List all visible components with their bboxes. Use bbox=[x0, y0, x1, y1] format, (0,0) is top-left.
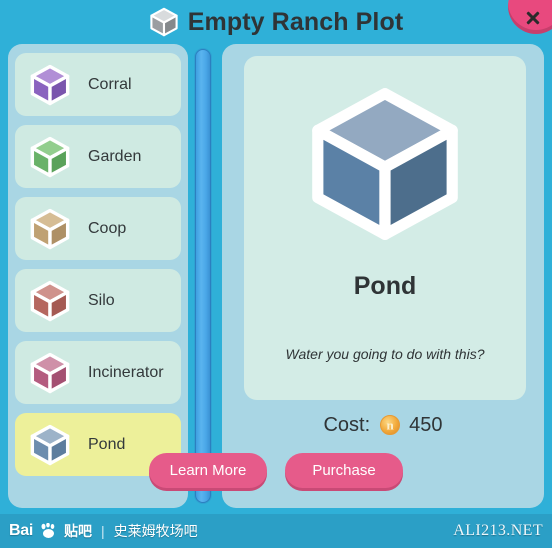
watermark-separator: | bbox=[101, 523, 105, 539]
sidebar-item-silo[interactable]: Silo bbox=[15, 269, 181, 332]
cube-icon bbox=[312, 88, 458, 240]
sidebar-item-label: Garden bbox=[88, 147, 142, 165]
detail-title: Pond bbox=[353, 272, 417, 300]
sidebar-item-corral[interactable]: Corral bbox=[15, 53, 181, 116]
tieba-label: 贴吧 bbox=[64, 523, 92, 539]
cube-icon bbox=[150, 7, 178, 37]
cost-label: Cost: bbox=[323, 414, 371, 436]
page-title: Empty Ranch Plot bbox=[187, 7, 404, 36]
cube-icon bbox=[30, 352, 70, 393]
purchase-button[interactable]: Purchase bbox=[285, 453, 403, 488]
detail-panel: Pond Water you going to do with this? Co… bbox=[222, 44, 544, 508]
cube-icon bbox=[30, 280, 70, 321]
sidebar-item-label: Coop bbox=[88, 219, 127, 237]
watermark-bar: Bai 贴吧 | 史莱姆牧场吧 ALI213.NET bbox=[0, 514, 552, 548]
action-button-row: Learn More Purchase bbox=[0, 453, 552, 488]
dialog-header: Empty Ranch Plot bbox=[0, 0, 552, 44]
cost-value: 450 bbox=[409, 414, 443, 436]
watermark-left: Bai 贴吧 | 史莱姆牧场吧 bbox=[9, 523, 198, 539]
sidebar-item-label: Pond bbox=[88, 435, 126, 453]
sidebar-item-garden[interactable]: Garden bbox=[15, 125, 181, 188]
sidebar-item-incinerator[interactable]: Incinerator bbox=[15, 341, 181, 404]
cube-icon bbox=[30, 64, 70, 105]
learn-more-button[interactable]: Learn More bbox=[149, 453, 267, 488]
cube-icon bbox=[30, 136, 70, 177]
baidu-logo-text: Bai bbox=[9, 522, 33, 539]
forum-name: 史莱姆牧场吧 bbox=[113, 523, 198, 539]
sidebar-item-label: Corral bbox=[88, 75, 132, 93]
detail-description: Water you going to do with this? bbox=[285, 346, 485, 362]
detail-icon-wrap bbox=[244, 84, 526, 244]
building-list-sidebar: Corral Garden Coop Silo Incinerator Pond bbox=[8, 44, 188, 508]
detail-card: Pond Water you going to do with this? bbox=[244, 56, 526, 400]
site-watermark: ALI213.NET bbox=[453, 522, 543, 539]
sidebar-item-label: Incinerator bbox=[88, 363, 164, 381]
paw-icon bbox=[41, 523, 55, 538]
cost-row: Cost: 450 bbox=[222, 415, 544, 435]
coin-icon bbox=[380, 415, 401, 435]
game-shop-dialog: Empty Ranch Plot Corral Garden Coop Silo… bbox=[0, 0, 552, 548]
scrollbar-thumb[interactable] bbox=[195, 49, 211, 503]
cube-icon bbox=[30, 208, 70, 249]
sidebar-item-coop[interactable]: Coop bbox=[15, 197, 181, 260]
sidebar-item-label: Silo bbox=[88, 291, 115, 309]
